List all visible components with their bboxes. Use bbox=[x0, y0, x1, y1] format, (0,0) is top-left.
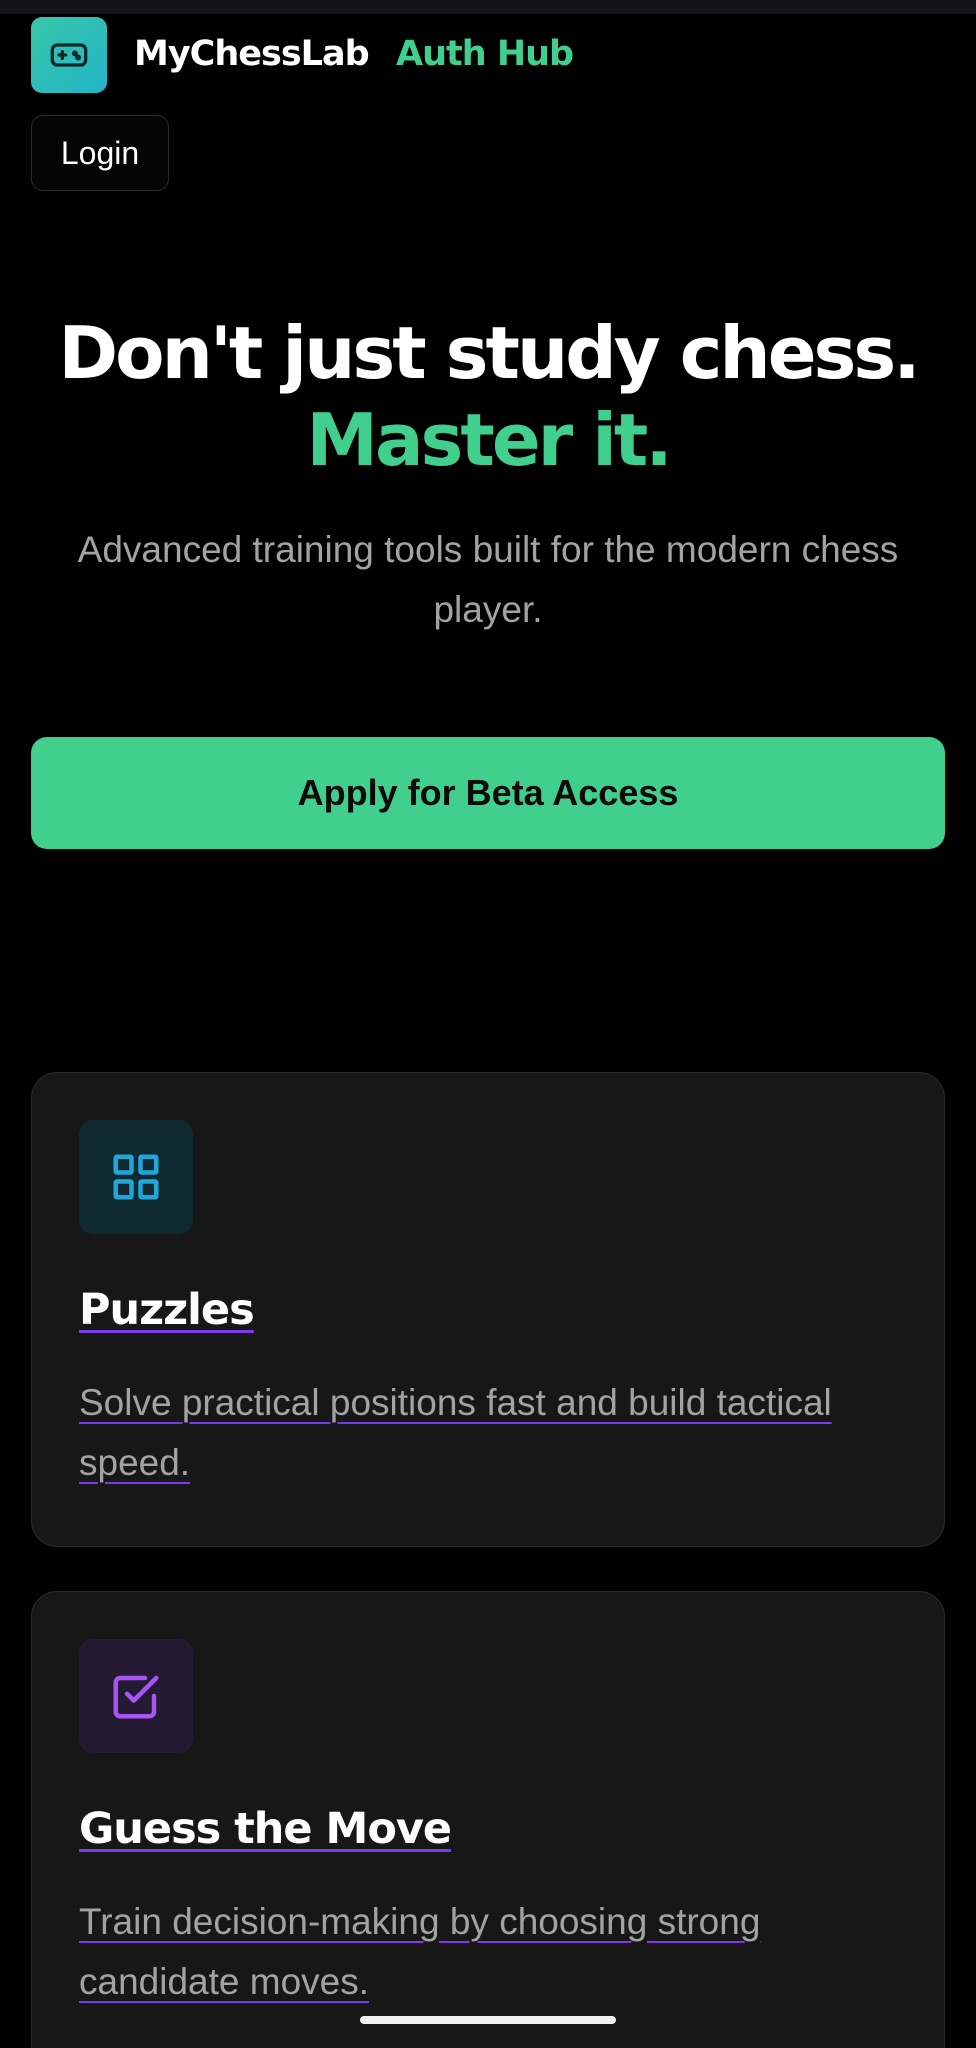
status-bar bbox=[0, 0, 976, 14]
hero-subtitle: Advanced training tools built for the mo… bbox=[77, 529, 899, 630]
apply-beta-button[interactable]: Apply for Beta Access bbox=[31, 737, 945, 849]
feature-title[interactable]: Puzzles bbox=[79, 1280, 255, 1340]
feature-card-guess-the-move[interactable]: Guess the Move Train decision-making by … bbox=[31, 1591, 945, 2048]
feature-card-puzzles[interactable]: Puzzles Solve practical positions fast a… bbox=[31, 1072, 945, 1547]
feature-description: Solve practical positions fast and build… bbox=[79, 1382, 832, 1483]
gamepad-icon bbox=[50, 43, 88, 67]
hero-headline-accent: Master it. bbox=[306, 398, 672, 482]
checkbox-icon bbox=[113, 1675, 159, 1719]
brand-logo[interactable] bbox=[31, 17, 107, 93]
grid-icon bbox=[113, 1154, 159, 1200]
feature-description: Train decision-making by choosing strong… bbox=[79, 1901, 761, 2002]
feature-title[interactable]: Guess the Move bbox=[79, 1799, 452, 1859]
hero-headline: Don't just study chess. bbox=[58, 311, 920, 395]
landing-page: MyChessLab Auth Hub Login Don't just stu… bbox=[0, 0, 976, 2048]
brand-name[interactable]: MyChessLab bbox=[134, 28, 370, 80]
feature-icon-box bbox=[79, 1639, 193, 1753]
login-button[interactable]: Login bbox=[31, 115, 169, 191]
feature-icon-box bbox=[79, 1120, 193, 1234]
home-indicator[interactable] bbox=[360, 2016, 616, 2024]
brand-subtitle: Auth Hub bbox=[396, 34, 574, 74]
